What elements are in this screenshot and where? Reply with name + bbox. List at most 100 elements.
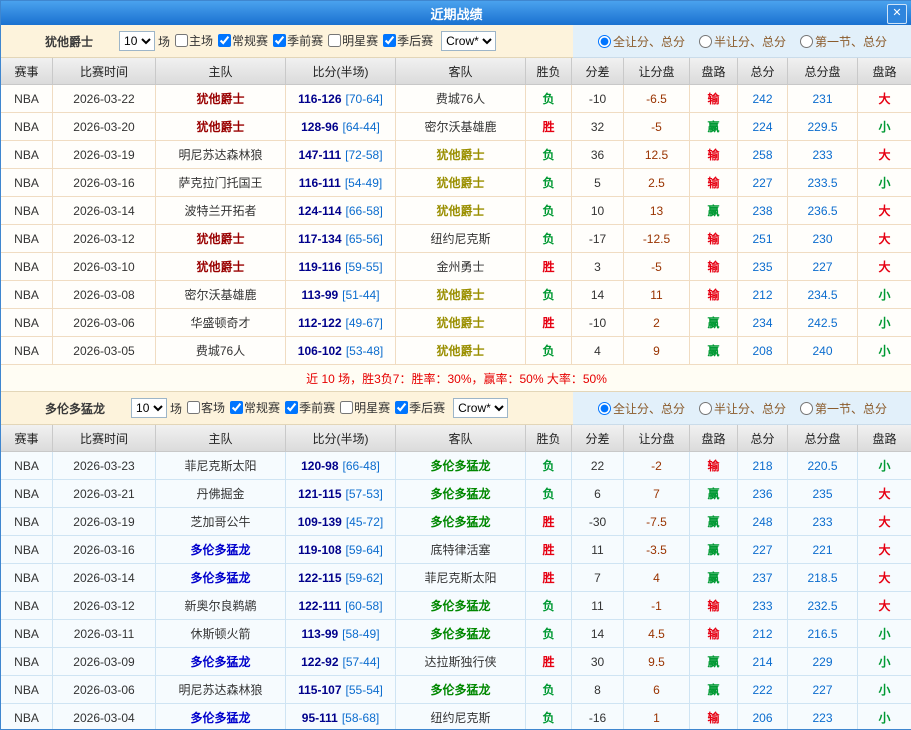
cell-away-team: 金州勇士 <box>396 253 526 281</box>
filter-checkbox-preseason[interactable]: 季前赛 <box>280 399 335 416</box>
filter-radio-first-quarter-total[interactable]: 第一节、总分 <box>800 33 887 50</box>
checkbox-venue-home[interactable] <box>175 34 188 47</box>
cell-date: 2026-03-09 <box>53 648 156 676</box>
checkbox-regular-season[interactable] <box>230 401 243 414</box>
column-header: 比赛时间 <box>53 425 156 451</box>
table-row: NBA2026-03-19芝加哥公牛109-139[45-72]多伦多猛龙胜-3… <box>1 508 911 536</box>
cell-handicap-trend: 输 <box>690 281 738 309</box>
cell-handicap-line: -3.5 <box>624 536 690 564</box>
cell-league: NBA <box>1 141 53 169</box>
checkbox-allstar[interactable] <box>340 401 353 414</box>
filter-radio-half-handicap-total[interactable]: 半让分、总分 <box>699 33 786 50</box>
cell-total-points: 227 <box>738 169 788 197</box>
filter-radio-full-handicap-total[interactable]: 全让分、总分 <box>598 33 685 50</box>
checkbox-preseason[interactable] <box>273 34 286 47</box>
filter-checkbox-regular-season[interactable]: 常规赛 <box>213 32 268 49</box>
cell-handicap-line: 9 <box>624 337 690 365</box>
cell-league: NBA <box>1 564 53 592</box>
table-row: NBA2026-03-22犹他爵士116-126[70-64]费城76人负-10… <box>1 85 911 113</box>
radio-first-quarter-total[interactable] <box>800 35 813 48</box>
cell-score: 116-111[54-49] <box>286 169 396 197</box>
radio-half-handicap-total[interactable] <box>699 402 712 415</box>
filter-radio-first-quarter-total[interactable]: 第一节、总分 <box>800 400 887 417</box>
cell-home-team: 萨克拉门托国王 <box>156 169 286 197</box>
cell-score: 112-122[49-67] <box>286 309 396 337</box>
column-header: 总分盘 <box>788 58 858 84</box>
filter-checkbox-playoffs[interactable]: 季后赛 <box>390 399 445 416</box>
filter-radio-half-handicap-total[interactable]: 半让分、总分 <box>699 400 786 417</box>
radio-label: 半让分、总分 <box>714 33 786 50</box>
cell-handicap-line: 11 <box>624 281 690 309</box>
cell-league: NBA <box>1 113 53 141</box>
cell-point-diff: 6 <box>572 480 624 508</box>
section-utah-jazz: 犹他爵士 10 场 主场常规赛季前赛明星赛季后赛 Crow* 全让分、总分半让分… <box>1 25 911 392</box>
cell-handicap-trend: 赢 <box>690 676 738 704</box>
half-score: [72-58] <box>345 148 382 162</box>
cell-win-loss: 胜 <box>526 536 572 564</box>
cell-handicap-trend: 赢 <box>690 648 738 676</box>
filter-checkbox-venue-home[interactable]: 主场 <box>170 32 213 49</box>
half-score: [51-44] <box>342 288 379 302</box>
checkbox-playoffs[interactable] <box>383 34 396 47</box>
radio-group: 全让分、总分 半让分、总分第一节、总分 <box>573 25 911 58</box>
cell-handicap-trend: 输 <box>690 141 738 169</box>
checkbox-regular-season[interactable] <box>218 34 231 47</box>
cell-away-team: 多伦多猛龙 <box>396 592 526 620</box>
radio-full-handicap-total[interactable] <box>598 402 611 415</box>
cell-away-team: 纽约尼克斯 <box>396 225 526 253</box>
checkbox-allstar[interactable] <box>328 34 341 47</box>
cell-date: 2026-03-04 <box>53 704 156 730</box>
cell-score: 113-99[58-49] <box>286 620 396 648</box>
cell-date: 2026-03-16 <box>53 169 156 197</box>
cell-total-trend: 小 <box>858 113 911 141</box>
table-row: NBA2026-03-14波特兰开拓者124-114[66-58]犹他爵士负10… <box>1 197 911 225</box>
filter-checkbox-playoffs[interactable]: 季后赛 <box>378 32 433 49</box>
radio-group: 全让分、总分半让分、总分第一节、总分 <box>573 392 911 425</box>
cell-handicap-trend: 赢 <box>690 564 738 592</box>
cell-handicap-line: 2.5 <box>624 169 690 197</box>
half-score: [59-55] <box>345 260 382 274</box>
cell-score: 119-108[59-64] <box>286 536 396 564</box>
title-bar: 近期战绩 ✕ <box>1 1 911 25</box>
cell-away-team: 达拉斯独行侠 <box>396 648 526 676</box>
column-header: 让分盘 <box>624 425 690 451</box>
cell-total-line: 242.5 <box>788 309 858 337</box>
cell-total-trend: 小 <box>858 452 911 480</box>
column-header: 总分盘 <box>788 425 858 451</box>
table-row: NBA2026-03-14多伦多猛龙122-115[59-62]菲尼克斯太阳胜7… <box>1 564 911 592</box>
games-count-select[interactable]: 10 <box>131 398 167 418</box>
column-header: 胜负 <box>526 58 572 84</box>
cell-total-line: 231 <box>788 85 858 113</box>
checkbox-playoffs[interactable] <box>395 401 408 414</box>
half-score: [65-56] <box>346 232 383 246</box>
filter-checkbox-venue-away[interactable]: 客场 <box>182 399 225 416</box>
filter-checkbox-preseason[interactable]: 季前赛 <box>268 32 323 49</box>
cell-date: 2026-03-21 <box>53 480 156 508</box>
close-icon[interactable]: ✕ <box>887 4 907 24</box>
filter-checkbox-allstar[interactable]: 明星赛 <box>335 399 390 416</box>
preset-select[interactable]: Crow* <box>453 398 508 418</box>
games-count-select[interactable]: 10 <box>119 31 155 51</box>
full-score: 124-114 <box>298 204 341 218</box>
preset-select[interactable]: Crow* <box>441 31 496 51</box>
checkbox-venue-away[interactable] <box>187 401 200 414</box>
cell-handicap-line: 12.5 <box>624 141 690 169</box>
table-row: NBA2026-03-12新奥尔良鹈鹕122-111[60-58]多伦多猛龙负1… <box>1 592 911 620</box>
cell-total-trend: 大 <box>858 253 911 281</box>
cell-handicap-trend: 输 <box>690 452 738 480</box>
filter-radio-full-handicap-total[interactable]: 全让分、总分 <box>598 400 685 417</box>
checkbox-preseason[interactable] <box>285 401 298 414</box>
recent-results-popup: 近期战绩 ✕ 犹他爵士 10 场 主场常规赛季前赛明星赛季后赛 Crow* 全让… <box>0 0 911 730</box>
full-score: 112-122 <box>298 316 341 330</box>
cell-date: 2026-03-11 <box>53 620 156 648</box>
radio-full-handicap-total[interactable] <box>598 35 611 48</box>
cell-total-line: 227 <box>788 676 858 704</box>
filter-checkbox-regular-season[interactable]: 常规赛 <box>225 399 280 416</box>
radio-half-handicap-total[interactable] <box>699 35 712 48</box>
radio-first-quarter-total[interactable] <box>800 402 813 415</box>
cell-total-line: 234.5 <box>788 281 858 309</box>
full-score: 119-116 <box>298 260 341 274</box>
cell-handicap-trend: 赢 <box>690 309 738 337</box>
filter-checkbox-allstar[interactable]: 明星赛 <box>323 32 378 49</box>
table-row: NBA2026-03-10犹他爵士119-116[59-55]金州勇士胜3-5输… <box>1 253 911 281</box>
